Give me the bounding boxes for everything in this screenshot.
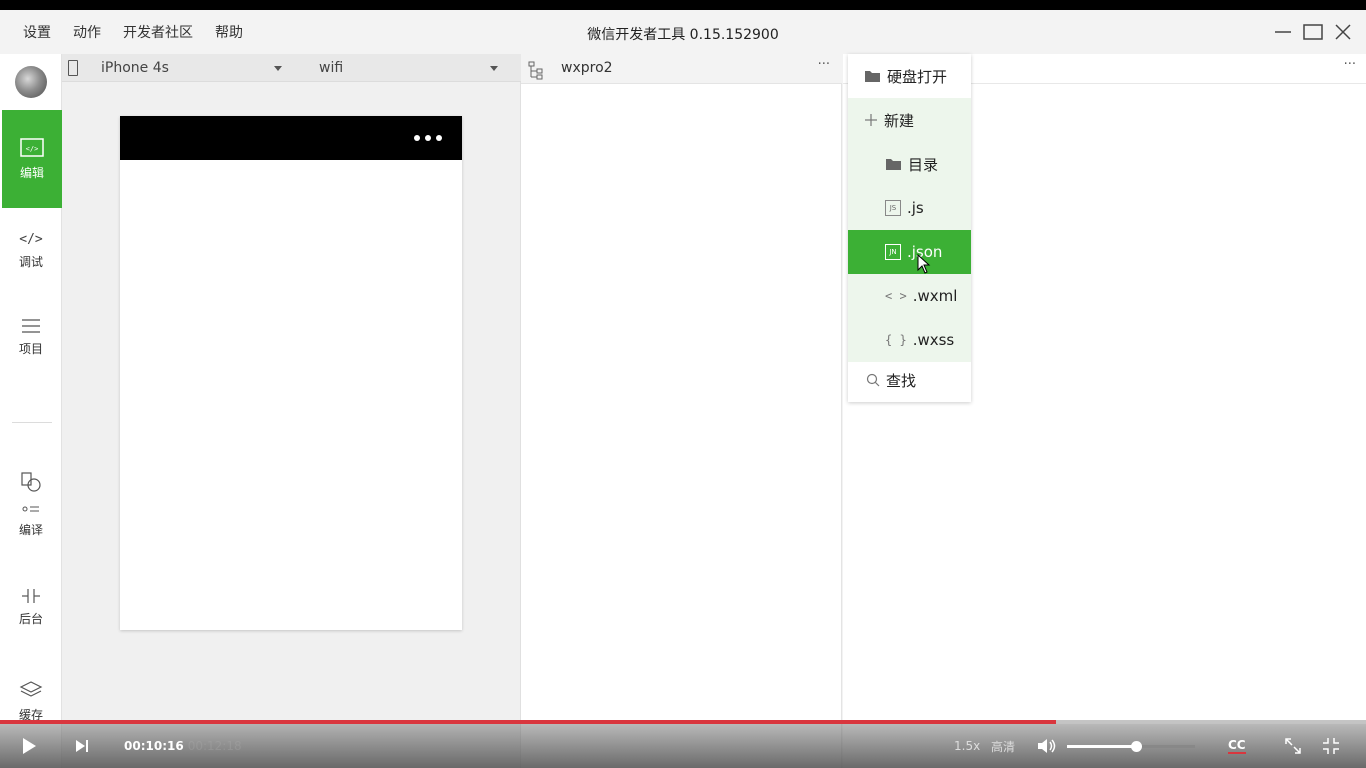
menu-item-label: 硬盘打开	[887, 67, 948, 86]
next-button[interactable]	[74, 724, 90, 768]
file-tree-more-button[interactable]: ···	[818, 57, 830, 72]
video-time: 00:10:16 00:12:18	[124, 724, 242, 768]
menu-item-label: .wxss	[912, 331, 955, 349]
minimize-icon	[1275, 31, 1291, 33]
menu-item-label: 目录	[908, 155, 939, 174]
menu-item-label: .wxml	[912, 287, 958, 305]
quality-button[interactable]: 高清	[991, 724, 1015, 768]
play-button[interactable]	[20, 724, 38, 768]
menu-item-new-js[interactable]: JS .js	[848, 186, 971, 230]
curly-braces-icon: { }	[885, 333, 907, 347]
window-controls	[1268, 10, 1366, 54]
expand-diagonal-icon	[1285, 738, 1301, 754]
speed-label: 1.5x	[954, 739, 981, 753]
device-select[interactable]: iPhone 4s	[86, 54, 286, 82]
code-window-icon: </>	[20, 137, 44, 157]
play-icon	[23, 738, 36, 754]
cursor-icon	[917, 254, 931, 274]
menu-lines-icon	[22, 318, 40, 333]
captions-button[interactable]: CC	[1228, 724, 1246, 768]
menu-item-open-disk[interactable]: 硬盘打开	[848, 54, 971, 98]
angle-brackets-icon: < >	[885, 289, 907, 303]
sidebar-item-label: 项目	[18, 341, 43, 356]
minimize-button[interactable]	[1268, 17, 1298, 47]
quality-label: 高清	[991, 739, 1016, 754]
speed-button[interactable]: 1.5x	[954, 724, 980, 768]
menu-item-label: 新建	[884, 111, 915, 130]
avatar[interactable]	[15, 66, 47, 98]
sidebar-item-compile[interactable]: 编译	[0, 454, 62, 554]
chevron-down-icon	[274, 66, 282, 71]
pip-button[interactable]	[1284, 724, 1302, 768]
svg-text:</>: </>	[26, 145, 39, 153]
close-button[interactable]	[1328, 17, 1358, 47]
fullscreen-icon	[1323, 738, 1339, 754]
plus-icon	[864, 113, 878, 127]
menu-item-new-wxss[interactable]: { } .wxss	[848, 318, 971, 362]
network-select[interactable]: wifi	[304, 54, 504, 82]
menu-item-search[interactable]: 查找	[848, 358, 971, 402]
simulator-toolbar: iPhone 4s wifi	[62, 54, 521, 82]
sidebar-item-edit[interactable]: </> 编辑	[2, 110, 62, 208]
menu-item-new[interactable]: 新建	[848, 98, 971, 142]
sidebar-item-label: 编辑	[19, 165, 44, 180]
title-bar: 设置 动作 开发者社区 帮助 微信开发者工具 0.15.152900	[0, 10, 1366, 54]
sidebar-item-backend[interactable]: 后台	[0, 562, 62, 652]
folder-icon	[864, 69, 881, 83]
total-time: 00:12:18	[187, 739, 242, 753]
current-time: 00:10:16	[124, 739, 184, 753]
layers-icon	[19, 680, 43, 697]
split-icon	[22, 588, 40, 603]
project-name: wxpro2	[561, 60, 613, 76]
menu-item-label: .js	[907, 199, 924, 217]
volume-icon	[1038, 739, 1056, 753]
sidebar-item-debug[interactable]: </> 调试	[0, 206, 62, 296]
network-select-value: wifi	[319, 60, 344, 76]
device-icon	[68, 60, 78, 76]
menu-item-new-json[interactable]: JN .json	[848, 230, 971, 274]
tree-icon[interactable]	[527, 60, 547, 80]
compile-icon	[21, 471, 41, 511]
menu-item-label: 查找	[886, 371, 917, 390]
fullscreen-button[interactable]	[1322, 724, 1340, 768]
sidebar-item-label: 后台	[18, 611, 43, 626]
js-file-icon: JS	[885, 200, 901, 216]
more-dots-icon[interactable]	[409, 135, 442, 141]
file-badge: JS	[885, 200, 901, 216]
close-icon	[1335, 24, 1351, 40]
sidebar: </> 编辑 </> 调试 项目 编译 后台 缓存	[0, 54, 62, 768]
maximize-button[interactable]	[1298, 17, 1328, 47]
volume-fill	[1067, 745, 1137, 748]
phone-screen[interactable]	[120, 116, 462, 630]
folder-icon	[885, 157, 902, 171]
file-context-menu: 硬盘打开 新建 目录 JS .js JN .json < > .wxml {}…	[848, 54, 971, 402]
devtools-app: 设置 动作 开发者社区 帮助 微信开发者工具 0.15.152900 </> 编…	[0, 10, 1366, 768]
menu-item-new-directory[interactable]: 目录	[848, 142, 971, 186]
editor-more-button[interactable]: ···	[1344, 57, 1356, 72]
window-title: 微信开发者工具 0.15.152900	[587, 27, 779, 43]
sidebar-divider	[12, 422, 52, 423]
sidebar-item-label: 编译	[18, 522, 43, 537]
cc-label: CC	[1228, 737, 1246, 754]
search-icon	[866, 373, 880, 387]
sidebar-item-label: 调试	[18, 255, 43, 269]
file-tree-header: wxpro2 ···	[521, 54, 842, 84]
sidebar-item-project[interactable]: 项目	[0, 292, 62, 382]
volume-button[interactable]	[1036, 724, 1058, 768]
menu-item-new-wxml[interactable]: < > .wxml	[848, 274, 971, 318]
chevron-down-icon	[490, 66, 498, 71]
phone-nav-bar	[120, 116, 462, 160]
file-badge: JN	[885, 244, 901, 260]
code-brackets-icon: </>	[19, 232, 43, 247]
video-control-bar: 00:10:16 00:12:18 1.5x 高清 CC	[0, 720, 1366, 768]
device-select-value: iPhone 4s	[101, 60, 169, 76]
file-tree-panel: wxpro2 ···	[521, 54, 842, 768]
skip-next-icon	[76, 740, 88, 752]
json-file-icon: JN	[885, 244, 901, 260]
maximize-icon	[1303, 24, 1323, 40]
volume-slider[interactable]	[1067, 741, 1195, 752]
simulator-panel: iPhone 4s wifi	[62, 54, 521, 768]
